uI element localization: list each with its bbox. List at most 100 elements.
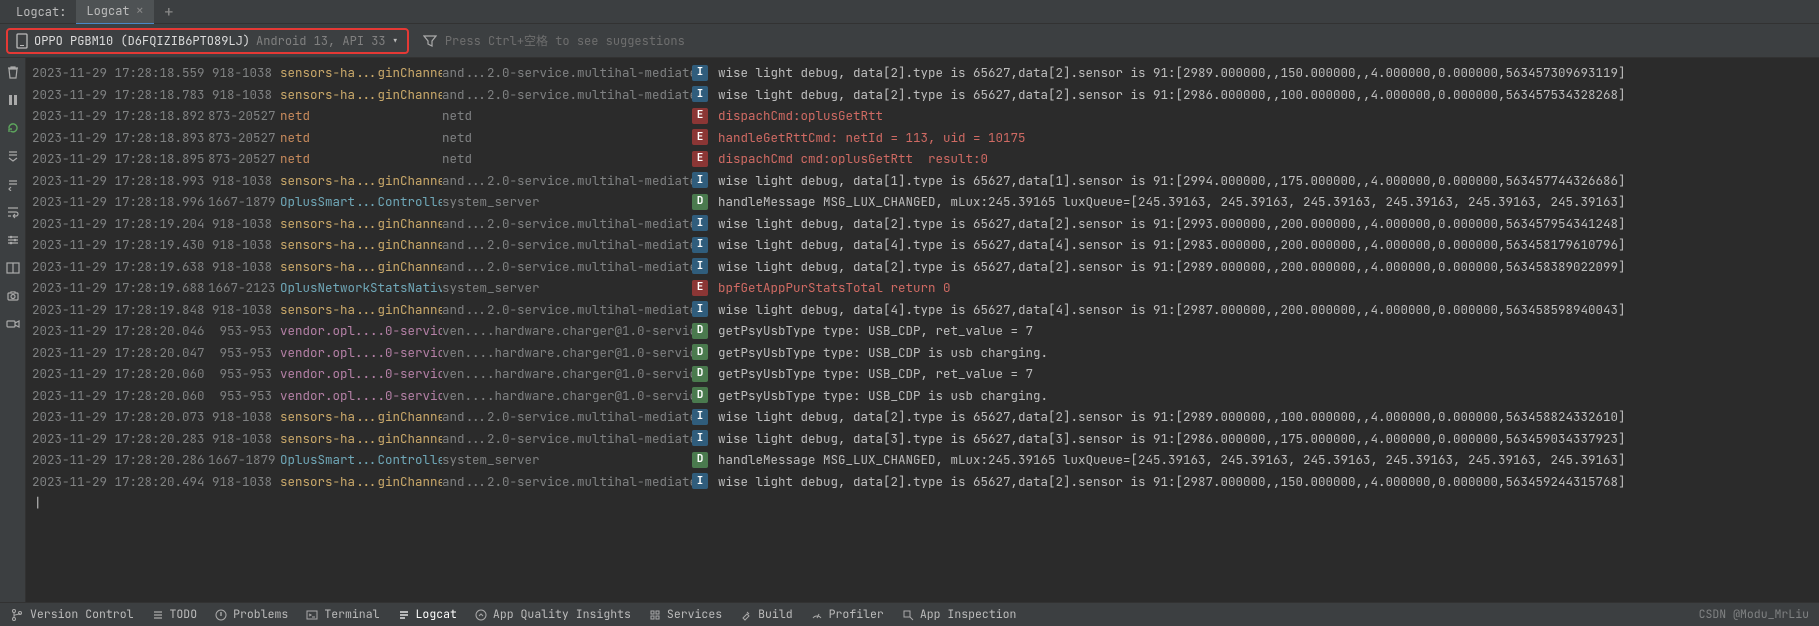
log-row[interactable]: 2023-11-29 17:28:20.060953-953vendor.opl… xyxy=(32,363,1813,385)
app-name: and...2.0-service.multihal-mediatek xyxy=(442,471,692,493)
log-row[interactable]: 2023-11-29 17:28:20.060953-953vendor.opl… xyxy=(32,385,1813,407)
log-row[interactable]: 2023-11-29 17:28:19.848918-1038sensors-h… xyxy=(32,299,1813,321)
app-name: netd xyxy=(442,105,692,127)
app-name: system_server xyxy=(442,191,692,213)
level-badge: I xyxy=(692,215,708,231)
tab-title: Logcat xyxy=(86,3,129,19)
build-tab[interactable]: Build xyxy=(740,607,793,622)
pid-tid: 1667-2123 xyxy=(208,277,280,299)
log-row[interactable]: 2023-11-29 17:28:18.892873-20527netdnetd… xyxy=(32,105,1813,127)
screenshot-icon[interactable] xyxy=(5,288,21,304)
pid-tid: 953-953 xyxy=(208,385,280,407)
log-row[interactable]: 2023-11-29 17:28:18.783918-1038sensors-h… xyxy=(32,84,1813,106)
log-row[interactable]: 2023-11-29 17:28:18.893873-20527netdnetd… xyxy=(32,127,1813,149)
problems-tab[interactable]: Problems xyxy=(215,607,288,622)
log-row[interactable]: 2023-11-29 17:28:19.638918-1038sensors-h… xyxy=(32,256,1813,278)
app-name: and...2.0-service.multihal-mediatek xyxy=(442,170,692,192)
app-name: netd xyxy=(442,148,692,170)
settings-icon[interactable] xyxy=(5,232,21,248)
message: wise light debug, data[4].type is 65627,… xyxy=(718,299,1813,321)
log-pane[interactable]: 2023-11-29 17:28:18.559918-1038sensors-h… xyxy=(26,58,1819,602)
todo-tab[interactable]: TODO xyxy=(152,607,198,622)
message: wise light debug, data[1].type is 65627,… xyxy=(718,170,1813,192)
tag: sensors-ha...ginChannel xyxy=(280,256,442,278)
record-icon[interactable] xyxy=(5,316,21,332)
log-row[interactable]: 2023-11-29 17:28:18.9961667-1879OplusSma… xyxy=(32,191,1813,213)
tag: OplusSmart...Controller xyxy=(280,449,442,471)
log-row[interactable]: 2023-11-29 17:28:20.2861667-1879OplusSma… xyxy=(32,449,1813,471)
restart-icon[interactable] xyxy=(5,120,21,136)
app-name: ven....hardware.charger@1.0-service xyxy=(442,385,692,407)
filter-input[interactable]: Press Ctrl+空格 to see suggestions xyxy=(417,32,685,49)
hammer-icon xyxy=(740,609,752,621)
pid-tid: 918-1038 xyxy=(208,62,280,84)
log-row[interactable]: 2023-11-29 17:28:20.046953-953vendor.opl… xyxy=(32,320,1813,342)
tag: OplusSmart...Controller xyxy=(280,191,442,213)
tag: vendor.opl....0-service xyxy=(280,342,442,364)
message: dispachCmd:oplusGetRtt xyxy=(718,105,1813,127)
tag: sensors-ha...ginChannel xyxy=(280,213,442,235)
log-row[interactable]: 2023-11-29 17:28:18.895873-20527netdnetd… xyxy=(32,148,1813,170)
log-row[interactable]: 2023-11-29 17:28:20.494918-1038sensors-h… xyxy=(32,471,1813,493)
logcat-tab[interactable]: Logcat xyxy=(398,607,457,622)
log-row[interactable]: 2023-11-29 17:28:18.993918-1038sensors-h… xyxy=(32,170,1813,192)
device-selector[interactable]: OPPO PGBM10 (D6FQIZIB6PTO89LJ) Android 1… xyxy=(6,28,409,54)
warning-icon xyxy=(215,609,227,621)
log-row[interactable]: 2023-11-29 17:28:20.073918-1038sensors-h… xyxy=(32,406,1813,428)
level-badge: D xyxy=(692,344,708,360)
profiler-tab[interactable]: Profiler xyxy=(811,607,884,622)
message: dispachCmd cmd:oplusGetRtt result:0 xyxy=(718,148,1813,170)
timestamp: 2023-11-29 17:28:20.494 xyxy=(32,471,208,493)
log-row[interactable]: 2023-11-29 17:28:20.283918-1038sensors-h… xyxy=(32,428,1813,450)
pause-icon[interactable] xyxy=(5,92,21,108)
scroll-end-icon[interactable] xyxy=(5,148,21,164)
pid-tid: 918-1038 xyxy=(208,84,280,106)
pid-tid: 873-20527 xyxy=(208,148,280,170)
pid-tid: 918-1038 xyxy=(208,234,280,256)
pid-tid: 918-1038 xyxy=(208,299,280,321)
pid-tid: 1667-1879 xyxy=(208,191,280,213)
message: wise light debug, data[3].type is 65627,… xyxy=(718,428,1813,450)
message: wise light debug, data[2].type is 65627,… xyxy=(718,471,1813,493)
log-row[interactable]: 2023-11-29 17:28:19.430918-1038sensors-h… xyxy=(32,234,1813,256)
split-icon[interactable] xyxy=(5,260,21,276)
log-row[interactable]: 2023-11-29 17:28:19.204918-1038sensors-h… xyxy=(32,213,1813,235)
app-inspection-tab[interactable]: App Inspection xyxy=(902,607,1017,622)
version-control-tab[interactable]: Version Control xyxy=(10,607,134,622)
level-badge: D xyxy=(692,323,708,339)
app-name: and...2.0-service.multihal-mediatek xyxy=(442,299,692,321)
tab-bar: Logcat: Logcat × + xyxy=(0,0,1819,24)
log-sidebar xyxy=(0,58,26,602)
list-icon xyxy=(152,609,164,621)
add-tab-button[interactable]: + xyxy=(154,1,184,22)
level-badge: I xyxy=(692,86,708,102)
main-area: 2023-11-29 17:28:18.559918-1038sensors-h… xyxy=(0,58,1819,602)
message: wise light debug, data[2].type is 65627,… xyxy=(718,256,1813,278)
terminal-tab[interactable]: Terminal xyxy=(306,607,379,622)
trash-icon[interactable] xyxy=(5,64,21,80)
timestamp: 2023-11-29 17:28:19.430 xyxy=(32,234,208,256)
toolbar: OPPO PGBM10 (D6FQIZIB6PTO89LJ) Android 1… xyxy=(0,24,1819,58)
inspect-icon xyxy=(902,609,914,621)
app-quality-tab[interactable]: App Quality Insights xyxy=(475,607,631,622)
level-badge: I xyxy=(692,430,708,446)
tag: sensors-ha...ginChannel xyxy=(280,62,442,84)
log-row[interactable]: 2023-11-29 17:28:19.6881667-2123OplusNet… xyxy=(32,277,1813,299)
message: getPsyUsbType type: USB_CDP, ret_value =… xyxy=(718,320,1813,342)
tab-logcat[interactable]: Logcat × xyxy=(76,0,154,25)
prev-icon[interactable] xyxy=(5,176,21,192)
pid-tid: 918-1038 xyxy=(208,406,280,428)
wrap-icon[interactable] xyxy=(5,204,21,220)
level-badge: I xyxy=(692,301,708,317)
level-badge: I xyxy=(692,409,708,425)
log-row[interactable]: 2023-11-29 17:28:20.047953-953vendor.opl… xyxy=(32,342,1813,364)
logcat-icon xyxy=(398,609,410,621)
log-row[interactable]: 2023-11-29 17:28:18.559918-1038sensors-h… xyxy=(32,62,1813,84)
timestamp: 2023-11-29 17:28:18.783 xyxy=(32,84,208,106)
level-badge: I xyxy=(692,65,708,81)
app-name: system_server xyxy=(442,277,692,299)
close-icon[interactable]: × xyxy=(136,2,144,20)
timestamp: 2023-11-29 17:28:18.892 xyxy=(32,105,208,127)
services-tab[interactable]: Services xyxy=(649,607,722,622)
device-meta: Android 13, API 33 xyxy=(256,33,386,49)
